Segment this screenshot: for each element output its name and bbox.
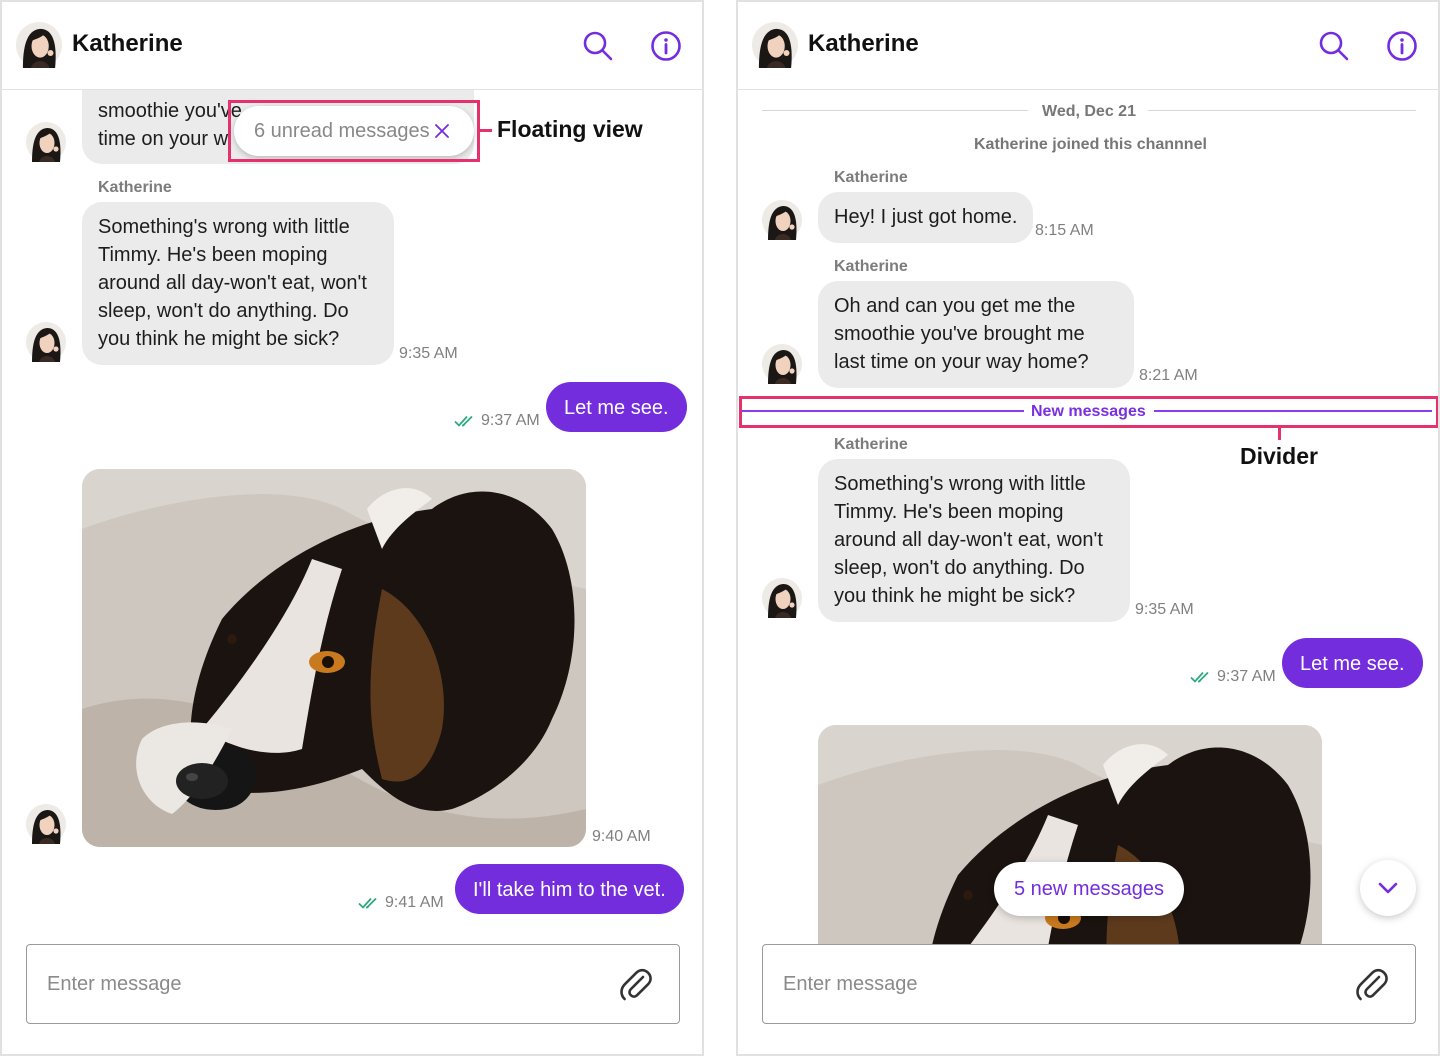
date-separator: Wed, Dec 21 bbox=[1042, 103, 1136, 120]
avatar bbox=[762, 344, 802, 384]
system-message: Katherine joined this channnel bbox=[974, 136, 1207, 153]
message-bubble-outgoing: Let me see. bbox=[1282, 638, 1423, 688]
message-time: 8:15 AM bbox=[1035, 222, 1094, 239]
chevron-down-icon bbox=[1376, 876, 1400, 900]
read-receipt-icon bbox=[1190, 670, 1214, 684]
annotation-connector bbox=[480, 129, 492, 132]
read-receipt-icon bbox=[454, 414, 478, 428]
sender-name: Katherine bbox=[98, 179, 172, 196]
date-separator-line bbox=[762, 110, 1028, 111]
avatar bbox=[762, 200, 802, 240]
message-input[interactable] bbox=[47, 945, 587, 1023]
message-time: 9:35 AM bbox=[399, 345, 458, 362]
chat-header: Katherine bbox=[738, 2, 1438, 90]
message-bubble: Hey! I just got home. bbox=[818, 192, 1034, 243]
read-receipt-icon bbox=[358, 896, 382, 910]
channel-title[interactable]: Katherine bbox=[72, 30, 183, 58]
message-bubble-outgoing: I'll take him to the vet. bbox=[455, 864, 684, 914]
message-time: 9:41 AM bbox=[385, 894, 444, 911]
message-bubble: Something's wrong with little Timmy. He'… bbox=[818, 459, 1130, 622]
avatar bbox=[26, 122, 66, 162]
info-icon[interactable] bbox=[650, 30, 682, 62]
annotation-connector bbox=[1278, 428, 1281, 440]
avatar bbox=[26, 804, 66, 844]
dog-photo[interactable] bbox=[82, 469, 586, 847]
annotation-highlight-floating-view bbox=[228, 100, 480, 162]
message-time: 9:37 AM bbox=[481, 412, 540, 429]
message-bubble: Something's wrong with little Timmy. He'… bbox=[82, 202, 394, 365]
new-messages-button[interactable]: 5 new messages bbox=[994, 862, 1184, 916]
avatar bbox=[762, 578, 802, 618]
message-input[interactable] bbox=[783, 945, 1323, 1023]
avatar bbox=[26, 322, 66, 362]
message-time: 9:37 AM bbox=[1217, 668, 1276, 685]
message-composer bbox=[762, 944, 1416, 1024]
chat-panel-floating-view: smoothie you've time on your w 6 unread … bbox=[0, 0, 704, 1056]
date-separator-line bbox=[1148, 110, 1416, 111]
message-time: 8:21 AM bbox=[1139, 367, 1198, 384]
search-icon[interactable] bbox=[582, 30, 614, 62]
avatar[interactable] bbox=[752, 22, 798, 68]
paperclip-icon[interactable] bbox=[1355, 967, 1389, 1001]
annotation-highlight-divider bbox=[739, 396, 1438, 428]
annotation-label-floating-view: Floating view bbox=[497, 116, 643, 142]
chat-panel-divider: Katherine Wed, Dec 21 Katherine joined t… bbox=[736, 0, 1440, 1056]
info-icon[interactable] bbox=[1386, 30, 1418, 62]
message-time: 9:35 AM bbox=[1135, 601, 1194, 618]
scroll-to-bottom-button[interactable] bbox=[1360, 860, 1416, 916]
search-icon[interactable] bbox=[1318, 30, 1350, 62]
sender-name: Katherine bbox=[834, 169, 908, 186]
sender-name: Katherine bbox=[834, 258, 908, 275]
message-time: 9:40 AM bbox=[592, 828, 651, 845]
channel-title[interactable]: Katherine bbox=[808, 30, 919, 58]
annotation-label-divider: Divider bbox=[1240, 443, 1318, 469]
message-composer bbox=[26, 944, 680, 1024]
chat-header: Katherine bbox=[2, 2, 702, 90]
avatar[interactable] bbox=[16, 22, 62, 68]
message-bubble-outgoing: Let me see. bbox=[546, 382, 687, 432]
message-bubble: Oh and can you get me the smoothie you'v… bbox=[818, 281, 1134, 388]
sender-name: Katherine bbox=[834, 436, 908, 453]
paperclip-icon[interactable] bbox=[619, 967, 653, 1001]
